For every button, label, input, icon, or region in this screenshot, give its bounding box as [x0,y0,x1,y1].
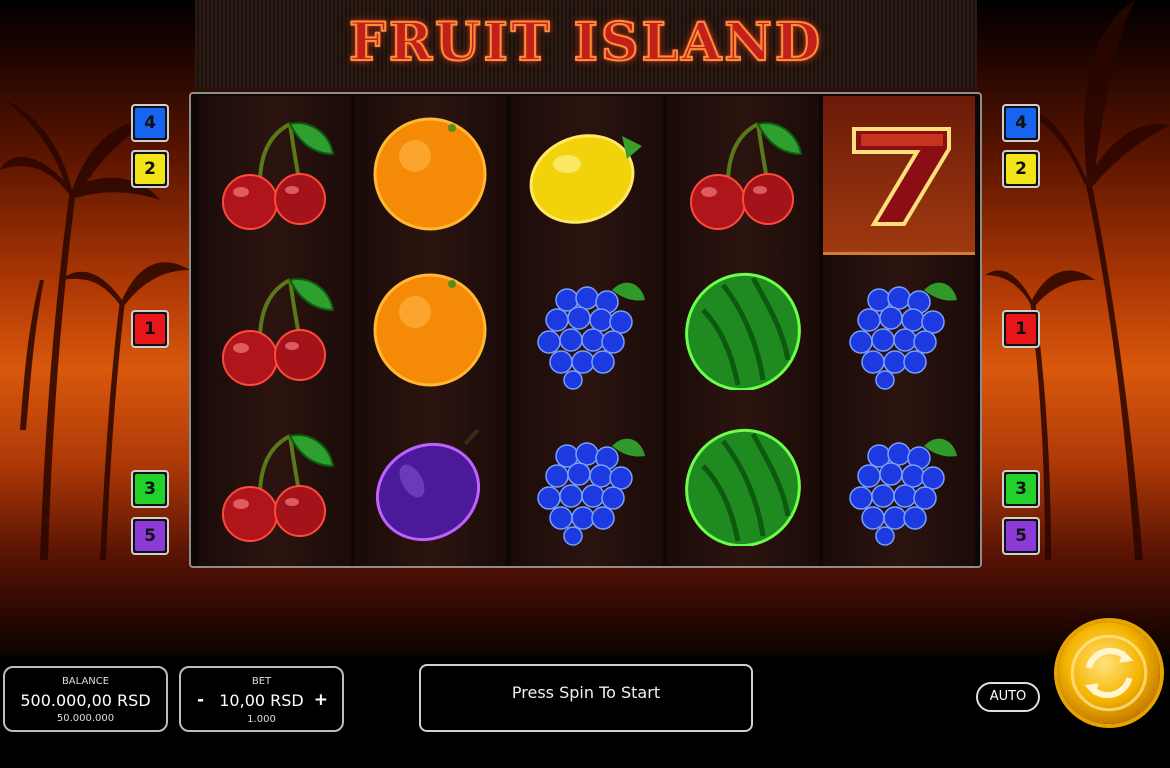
cherry-icon [222,122,335,230]
reel-symbol-watermelon [667,408,819,564]
payline-badge: 3 [131,470,169,508]
payline-number: 5 [1006,521,1036,551]
payline-number: 1 [135,314,165,344]
orange-icon [373,273,487,387]
grapes-icon [849,438,957,546]
reel-symbol-grapes [823,252,975,408]
payline-badge: 2 [1002,150,1040,188]
balance-label: BALANCE [61,676,110,687]
reel-1 [199,96,351,566]
grapes-icon [537,438,645,546]
payline-badge: 5 [1002,517,1040,555]
grapes-icon [537,282,645,390]
reel-symbol-watermelon [667,252,819,408]
bet-increase-button[interactable]: + [314,690,328,710]
payline-number: 3 [135,474,165,504]
reel-symbol-cherry [199,252,351,408]
bet-credits: 1.000 [247,714,276,725]
spin-icon [1070,634,1148,712]
payline-number: 1 [1006,314,1036,344]
reel-3 [511,96,663,566]
spin-button[interactable] [1058,622,1160,724]
bet-label: BET [251,676,272,687]
cherry-icon [222,278,335,386]
payline-badge: 4 [1002,104,1040,142]
balance-panel: BALANCE 500.000,00 RSD 50.000.000 [3,666,168,732]
grapes-icon [849,282,957,390]
reel-symbol-orange [354,96,506,252]
bet-panel: BET - 10,00 RSD + 1.000 [179,666,344,732]
reel-symbol-orange [354,252,506,408]
reel-symbol-cherry [199,408,351,564]
payline-number: 4 [135,108,165,138]
watermelon-icon [685,428,801,546]
palm-trees-left [0,100,190,560]
seven-icon [852,127,951,226]
game-title: FRUIT ISLAND [348,11,823,74]
payline-number: 2 [135,154,165,184]
payline-number: 5 [135,521,165,551]
payline-number: 4 [1006,108,1036,138]
reel-2 [354,96,506,566]
orange-icon [373,117,487,231]
payline-badge: 3 [1002,470,1040,508]
balance-amount: 500.000,00 RSD [20,691,151,710]
auto-button[interactable]: AUTO [976,682,1040,712]
reel-symbol-grapes [511,252,663,408]
watermelon-icon [685,272,801,390]
reel-symbol-plum [354,408,506,564]
reel-window [189,92,982,568]
payline-badge: 2 [131,150,169,188]
reel-symbol-seven [823,96,975,255]
reel-4 [667,96,819,566]
plum-icon [375,428,481,542]
payline-number: 3 [1006,474,1036,504]
status-message: Press Spin To Start [419,664,753,732]
lemon-icon [529,134,642,224]
reel-symbol-grapes [823,408,975,564]
reel-symbol-grapes [511,408,663,564]
balance-credits: 50.000.000 [56,713,115,724]
payline-number: 2 [1006,154,1036,184]
payline-badge: 4 [131,104,169,142]
reel-5 [823,96,975,566]
payline-badge: 1 [1002,310,1040,348]
payline-badge: 1 [131,310,169,348]
cherry-icon [222,434,335,542]
reel-symbol-cherry [667,96,819,252]
payline-badge: 5 [131,517,169,555]
reel-symbol-lemon [511,96,663,252]
cherry-icon [690,122,803,230]
reel-symbol-cherry [199,96,351,252]
